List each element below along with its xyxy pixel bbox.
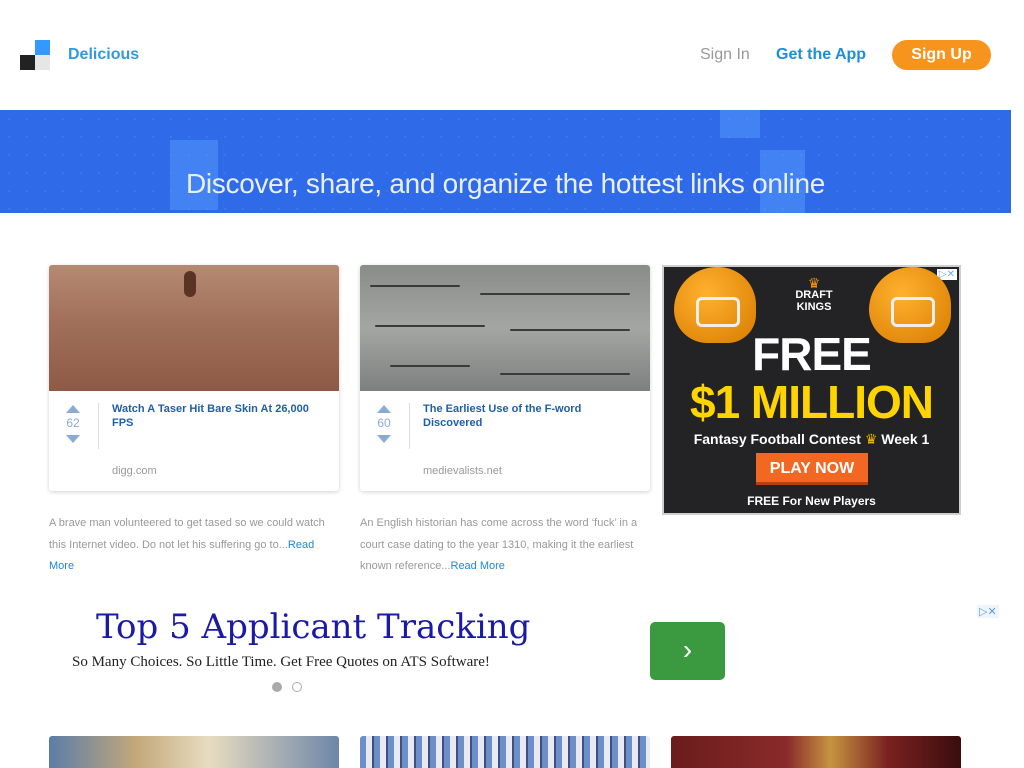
downvote-icon[interactable]	[377, 435, 391, 443]
banner-ad-subtitle: So Many Choices. So Little Time. Get Fre…	[72, 654, 490, 670]
draftkings-logo: ♛ DRAFT KINGS	[769, 275, 859, 313]
divider	[409, 403, 410, 449]
crown-icon: ♛	[864, 431, 878, 447]
adchoices-icon[interactable]: ▷✕	[977, 605, 999, 618]
hero-tagline: Discover, share, and organize the hottes…	[185, 168, 826, 199]
upvote-icon[interactable]	[66, 405, 80, 413]
card-thumbnail[interactable]	[360, 265, 650, 391]
link-card[interactable]: 60 The Earliest Use of the F-word Discov…	[360, 265, 650, 491]
downvote-icon[interactable]	[66, 435, 80, 443]
upvote-icon[interactable]	[377, 405, 391, 413]
vote-count: 62	[66, 416, 80, 430]
ad-free-text: FREE	[752, 328, 872, 380]
card-thumbnail[interactable]	[671, 736, 961, 768]
card-title-link[interactable]: Watch A Taser Hit Bare Skin At 26,000 FP…	[112, 402, 327, 430]
sign-in-link[interactable]: Sign In	[700, 46, 750, 64]
ad-new-players-text: FREE For New Players	[747, 494, 876, 508]
card-title-link[interactable]: The Earliest Use of the F-word Discovere…	[423, 402, 638, 430]
carousel-dot[interactable]	[292, 682, 302, 692]
vote-widget: 62	[63, 405, 83, 443]
carousel-dot-active[interactable]	[272, 682, 282, 692]
draftkings-ad[interactable]: ▷✕ ♛ DRAFT KINGS FREE $1 MILLION Fantasy…	[662, 265, 961, 515]
banner-ad-title[interactable]: Top 5 Applicant Tracking	[96, 607, 530, 647]
logo-line2: KINGS	[796, 301, 832, 313]
ad-contest-text: Fantasy Football Contest ♛ Week 1	[664, 431, 959, 448]
top-header: Delicious Sign In Get the App Sign Up	[0, 0, 1024, 110]
ad-million-text: $1 MILLION	[689, 376, 934, 428]
card-description: A brave man volunteered to get tased so …	[49, 513, 339, 578]
card-thumbnail[interactable]	[49, 265, 339, 391]
banner-ad[interactable]: Top 5 Applicant Tracking So Many Choices…	[0, 605, 1011, 700]
play-now-button[interactable]: PLAY NOW	[756, 453, 868, 485]
crown-icon: ♛	[807, 275, 821, 291]
card-thumbnail[interactable]	[360, 736, 650, 768]
ad-week-label: Week 1	[881, 431, 930, 447]
card-description-text: A brave man volunteered to get tased so …	[49, 517, 325, 551]
logo-line1: DRAFT	[795, 289, 833, 301]
card-domain: medievalists.net	[423, 465, 502, 477]
chevron-right-icon[interactable]: ›	[650, 622, 725, 680]
divider	[98, 403, 99, 449]
card-thumbnail[interactable]	[49, 736, 339, 768]
vote-count: 60	[377, 416, 391, 430]
link-card[interactable]: 62 Watch A Taser Hit Bare Skin At 26,000…	[49, 265, 339, 491]
card-description: An English historian has come across the…	[360, 513, 650, 578]
ad-contest-label: Fantasy Football Contest	[693, 431, 861, 447]
read-more-link[interactable]: Read More	[451, 560, 505, 572]
delicious-logo-icon[interactable]	[20, 40, 50, 70]
get-app-link[interactable]: Get the App	[776, 46, 866, 64]
vote-widget: 60	[374, 405, 394, 443]
brand-name[interactable]: Delicious	[68, 46, 139, 64]
card-domain: digg.com	[112, 465, 157, 477]
sign-up-button[interactable]: Sign Up	[892, 40, 991, 70]
